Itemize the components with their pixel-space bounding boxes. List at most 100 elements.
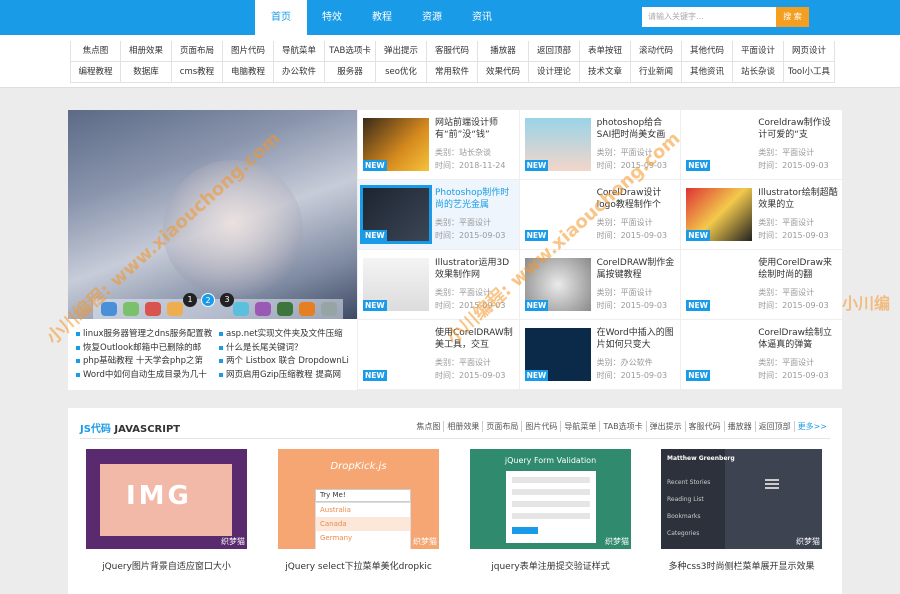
category-link[interactable]: 弹出提示 bbox=[376, 41, 427, 62]
category-link[interactable]: cms教程 bbox=[172, 62, 223, 83]
category-link[interactable]: 效果代码 bbox=[478, 62, 529, 83]
news-link[interactable]: 什么是长尾关键词？ bbox=[217, 341, 361, 355]
card-img-bg[interactable]: IMG 织梦猫 jQuery图片背景自适应窗口大小 bbox=[86, 449, 247, 572]
category-link[interactable]: 返回顶部 bbox=[529, 41, 580, 62]
search-input[interactable]: 请输入关键字... bbox=[642, 7, 776, 27]
category-link[interactable]: 网页设计 bbox=[784, 41, 835, 62]
category-link[interactable]: 其他代码 bbox=[682, 41, 733, 62]
more-link[interactable]: 更多>> bbox=[795, 421, 830, 432]
article-title[interactable]: 网站前端设计师有“前”没“钱” bbox=[435, 117, 515, 141]
article-title[interactable]: 使用CorelDRAW制美工具，交互 bbox=[435, 327, 515, 351]
category-link[interactable]: 技术文章 bbox=[580, 62, 631, 83]
category-link[interactable]: 设计理论 bbox=[529, 62, 580, 83]
article-tile[interactable]: NEW 在Word中插入的图片如何只变大 类别：办公软件 时间：2015-09-03 bbox=[518, 320, 681, 390]
category-link[interactable]: TAB选项卡 bbox=[325, 41, 376, 62]
nav-home[interactable]: 首页 bbox=[255, 0, 307, 35]
slide-dot-1[interactable]: 1 bbox=[183, 293, 197, 307]
article-thumbnail[interactable]: NEW bbox=[686, 118, 753, 171]
article-thumbnail[interactable]: NEW bbox=[363, 328, 429, 381]
article-tile[interactable]: NEW photoshop给合SAI把时尚美女画 类别：平面设计 时间：2015-09… bbox=[518, 110, 681, 180]
category-link[interactable]: 数据库 bbox=[121, 62, 172, 83]
article-title[interactable]: photoshop给合SAI把时尚美女画 bbox=[597, 117, 677, 141]
article-thumbnail[interactable]: NEW bbox=[524, 258, 591, 311]
article-thumbnail[interactable]: NEW bbox=[686, 188, 753, 241]
news-link[interactable]: asp.net实现文件夹及文件压缩 bbox=[217, 327, 361, 341]
section-link[interactable]: 弹出提示 bbox=[647, 421, 686, 432]
article-title[interactable]: Illustrator绘制超酷效果的立 bbox=[758, 187, 838, 211]
news-link[interactable]: php基础教程 十天学会php之第 bbox=[74, 354, 218, 368]
article-thumbnail[interactable]: NEW bbox=[363, 258, 429, 311]
category-link[interactable]: 其他资讯 bbox=[682, 62, 733, 83]
category-link[interactable]: 行业新闻 bbox=[631, 62, 682, 83]
article-tile[interactable]: NEW Coreldraw制作设计可爱的“支 类别：平面设计 时间：2015-09-0… bbox=[680, 110, 842, 180]
article-title[interactable]: Coreldraw制作设计可爱的“支 bbox=[758, 117, 838, 141]
news-link[interactable]: 两个 Listbox 联合 DropdownLi bbox=[217, 354, 361, 368]
category-link[interactable]: 表单按钮 bbox=[580, 41, 631, 62]
category-link[interactable]: 相册效果 bbox=[121, 41, 172, 62]
section-link[interactable]: TAB选项卡 bbox=[600, 421, 647, 432]
article-tile[interactable]: NEW Illustrator绘制超酷效果的立 类别：平面设计 时间：2015-09-… bbox=[680, 180, 842, 250]
section-link[interactable]: 播放器 bbox=[725, 421, 756, 432]
slide-dot-2[interactable]: 2 bbox=[201, 293, 215, 307]
category-link[interactable]: 播放器 bbox=[478, 41, 529, 62]
card-caption[interactable]: jQuery select下拉菜单美化dropkic bbox=[278, 559, 439, 572]
search-button[interactable]: 搜 索 bbox=[776, 7, 809, 27]
category-link[interactable]: 图片代码 bbox=[223, 41, 274, 62]
article-tile[interactable]: NEW Illustrator运用3D效果制作网 类别：平面设计 时间：2015-09… bbox=[357, 250, 519, 320]
focus-slider[interactable]: 1 2 3 bbox=[68, 110, 357, 319]
category-link[interactable]: 编程教程 bbox=[70, 62, 121, 83]
article-thumbnail[interactable]: NEW bbox=[524, 118, 591, 171]
card-side-menu[interactable]: Matthew Greenberg Recent Stories Reading … bbox=[661, 449, 822, 572]
category-link[interactable]: 常用软件 bbox=[427, 62, 478, 83]
news-link[interactable]: Word中如何自动生成目录为几十 bbox=[74, 368, 218, 382]
card-caption[interactable]: 多种css3时尚侧栏菜单展开显示效果 bbox=[661, 559, 822, 572]
article-title[interactable]: 在Word中插入的图片如何只变大 bbox=[597, 327, 677, 351]
category-link[interactable]: seo优化 bbox=[376, 62, 427, 83]
article-title[interactable]: Photoshop制作时尚的艺光金属 bbox=[435, 187, 515, 211]
article-thumbnail[interactable]: NEW bbox=[686, 258, 753, 311]
section-link[interactable]: 返回顶部 bbox=[756, 421, 795, 432]
section-link[interactable]: 焦点图 bbox=[413, 421, 445, 432]
category-link[interactable]: 服务器 bbox=[325, 62, 376, 83]
article-tile[interactable]: NEW 网站前端设计师有“前”没“钱” 类别：站长杂谈 时间：2018-11-24 bbox=[357, 110, 519, 180]
category-link[interactable]: 导航菜单 bbox=[274, 41, 325, 62]
article-title[interactable]: CorelDRAW制作金属按键教程 bbox=[597, 257, 677, 281]
category-link[interactable]: 电脑教程 bbox=[223, 62, 274, 83]
slide-dot-3[interactable]: 3 bbox=[220, 293, 234, 307]
article-tile[interactable]: NEW CorelDRAW制作金属按键教程 类别：平面设计 时间：2015-09-03 bbox=[518, 250, 681, 320]
article-thumbnail[interactable]: NEW bbox=[524, 328, 591, 381]
article-thumbnail[interactable]: NEW bbox=[686, 328, 753, 381]
section-link[interactable]: 相册效果 bbox=[444, 421, 484, 432]
card-caption[interactable]: jQuery图片背景自适应窗口大小 bbox=[86, 559, 247, 572]
news-link[interactable]: 网页启用Gzip压缩教程 提高网 bbox=[217, 368, 361, 382]
nav-effects[interactable]: 特效 bbox=[307, 0, 357, 35]
category-link[interactable]: 办公软件 bbox=[274, 62, 325, 83]
article-thumbnail[interactable]: NEW bbox=[360, 185, 432, 244]
article-thumbnail[interactable]: NEW bbox=[363, 118, 429, 171]
section-link[interactable]: 导航菜单 bbox=[561, 421, 601, 432]
category-link[interactable]: 站长杂谈 bbox=[733, 62, 784, 83]
card-caption[interactable]: jquery表单注册提交验证样式 bbox=[470, 559, 631, 572]
article-tile[interactable]: NEW 使用CorelDRAW制美工具，交互 类别：平面设计 时间：2015-09-0… bbox=[357, 320, 519, 390]
news-link[interactable]: linux服务器管理之dns服务配置教 bbox=[74, 327, 218, 341]
card-dropkick[interactable]: DropKick.js Try Me! Australia Canada Ger… bbox=[278, 449, 439, 572]
category-link[interactable]: 页面布局 bbox=[172, 41, 223, 62]
category-link[interactable]: 平面设计 bbox=[733, 41, 784, 62]
category-link[interactable]: 客服代码 bbox=[427, 41, 478, 62]
article-tile[interactable]: NEW Photoshop制作时尚的艺光金属 类别：平面设计 时间：2015-09-0… bbox=[357, 180, 519, 250]
article-thumbnail[interactable]: NEW bbox=[524, 188, 591, 241]
nav-resources[interactable]: 资源 bbox=[407, 0, 457, 35]
category-link[interactable]: 滚动代码 bbox=[631, 41, 682, 62]
category-link[interactable]: 焦点图 bbox=[70, 41, 121, 62]
article-title[interactable]: 使用CorelDraw来绘制时尚的翻 bbox=[758, 257, 838, 281]
nav-tutorials[interactable]: 教程 bbox=[357, 0, 407, 35]
article-tile[interactable]: NEW 使用CorelDraw来绘制时尚的翻 类别：平面设计 时间：2015-09-0… bbox=[680, 250, 842, 320]
article-title[interactable]: Illustrator运用3D效果制作网 bbox=[435, 257, 515, 281]
section-link[interactable]: 图片代码 bbox=[522, 421, 562, 432]
news-link[interactable]: 恢复Outlook邮箱中已删除的邮 bbox=[74, 341, 218, 355]
nav-news[interactable]: 资讯 bbox=[457, 0, 507, 35]
article-tile[interactable]: NEW CorelDraw绘制立体逼真的弹簧 类别：平面设计 时间：2015-09-0… bbox=[680, 320, 842, 390]
section-link[interactable]: 客服代码 bbox=[686, 421, 725, 432]
article-title[interactable]: CorelDraw设计logo教程制作个 bbox=[597, 187, 677, 211]
article-tile[interactable]: NEW CorelDraw设计logo教程制作个 类别：平面设计 时间：2015-09… bbox=[518, 180, 681, 250]
